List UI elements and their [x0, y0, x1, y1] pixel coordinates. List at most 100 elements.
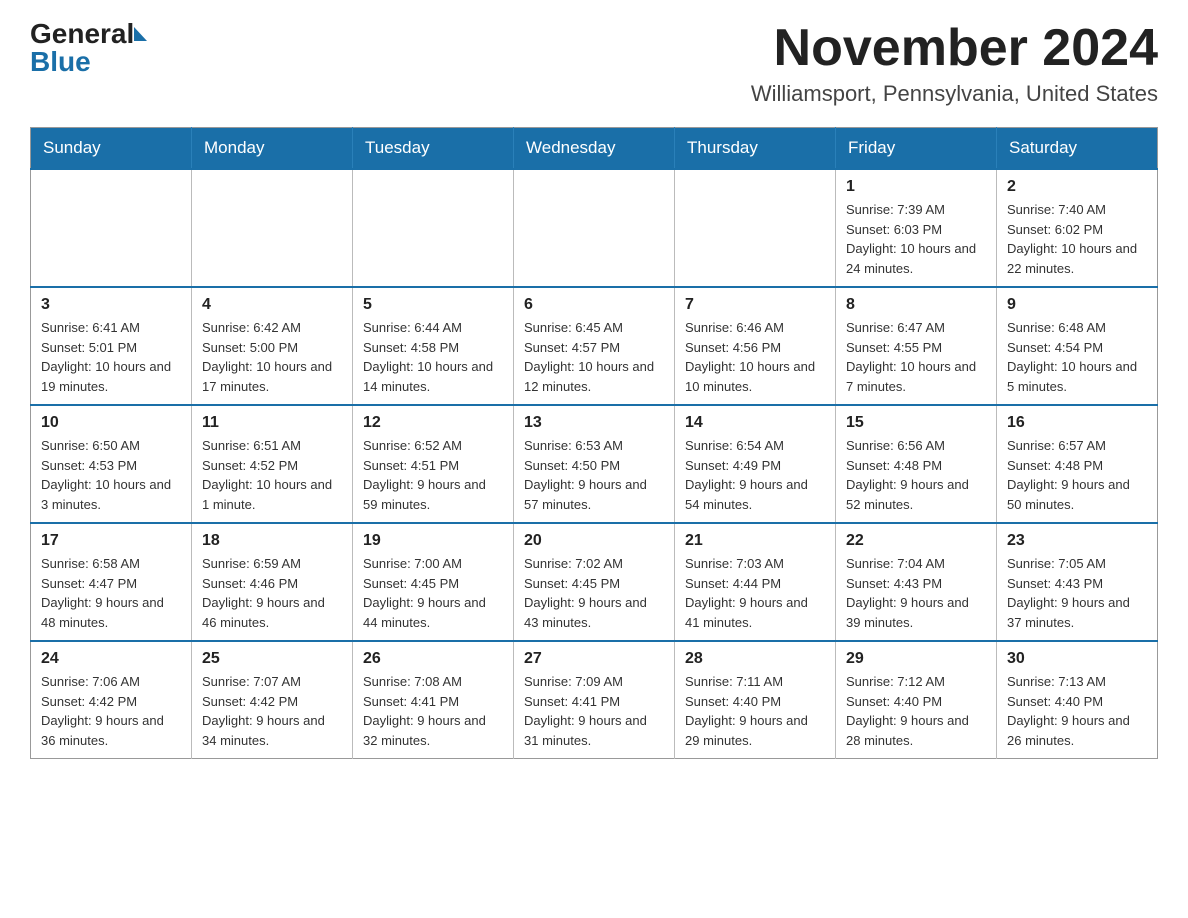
calendar-cell: 26 Sunrise: 7:08 AM Sunset: 4:41 PM Dayli… — [353, 641, 514, 759]
day-info: Sunrise: 6:54 AM Sunset: 4:49 PM Dayligh… — [685, 436, 825, 514]
header-cell-tuesday: Tuesday — [353, 128, 514, 170]
day-info: Sunrise: 7:09 AM Sunset: 4:41 PM Dayligh… — [524, 672, 664, 750]
logo-blue-text: Blue — [30, 48, 91, 76]
day-info: Sunrise: 7:08 AM Sunset: 4:41 PM Dayligh… — [363, 672, 503, 750]
day-number: 13 — [524, 414, 664, 432]
day-number: 24 — [41, 650, 181, 668]
header-cell-sunday: Sunday — [31, 128, 192, 170]
day-info: Sunrise: 6:41 AM Sunset: 5:01 PM Dayligh… — [41, 318, 181, 396]
day-info: Sunrise: 6:47 AM Sunset: 4:55 PM Dayligh… — [846, 318, 986, 396]
day-info: Sunrise: 7:07 AM Sunset: 4:42 PM Dayligh… — [202, 672, 342, 750]
header-area: General Blue November 2024 Williamsport,… — [30, 20, 1158, 107]
day-number: 7 — [685, 296, 825, 314]
day-info: Sunrise: 6:45 AM Sunset: 4:57 PM Dayligh… — [524, 318, 664, 396]
calendar-cell: 13Sunrise: 6:53 AM Sunset: 4:50 PM Dayli… — [514, 405, 675, 523]
calendar-subtitle: Williamsport, Pennsylvania, United State… — [751, 81, 1158, 107]
calendar-cell: 19 Sunrise: 7:00 AM Sunset: 4:45 PM Dayli… — [353, 523, 514, 641]
day-info: Sunrise: 7:04 AM Sunset: 4:43 PM Dayligh… — [846, 554, 986, 632]
day-number: 14 — [685, 414, 825, 432]
day-info: Sunrise: 6:44 AM Sunset: 4:58 PM Dayligh… — [363, 318, 503, 396]
calendar-cell: 4Sunrise: 6:42 AM Sunset: 5:00 PM Daylig… — [192, 287, 353, 405]
day-info: Sunrise: 7:13 AM Sunset: 4:40 PM Dayligh… — [1007, 672, 1147, 750]
day-number: 23 — [1007, 532, 1147, 550]
calendar-cell: 15 Sunrise: 6:56 AM Sunset: 4:48 PM Dayli… — [836, 405, 997, 523]
day-info: Sunrise: 7:02 AM Sunset: 4:45 PM Dayligh… — [524, 554, 664, 632]
day-number: 27 — [524, 650, 664, 668]
calendar-header-row: SundayMondayTuesdayWednesdayThursdayFrid… — [31, 128, 1158, 170]
day-info: Sunrise: 6:59 AM Sunset: 4:46 PM Dayligh… — [202, 554, 342, 632]
calendar-cell — [675, 169, 836, 287]
header-cell-friday: Friday — [836, 128, 997, 170]
day-number: 20 — [524, 532, 664, 550]
calendar-week-row: 3 Sunrise: 6:41 AM Sunset: 5:01 PM Daylig… — [31, 287, 1158, 405]
day-number: 29 — [846, 650, 986, 668]
calendar-week-row: 24 Sunrise: 7:06 AM Sunset: 4:42 PM Dayli… — [31, 641, 1158, 759]
day-number: 21 — [685, 532, 825, 550]
calendar-cell: 2Sunrise: 7:40 AM Sunset: 6:02 PM Daylig… — [997, 169, 1158, 287]
day-info: Sunrise: 6:50 AM Sunset: 4:53 PM Dayligh… — [41, 436, 181, 514]
day-number: 9 — [1007, 296, 1147, 314]
calendar-cell: 1Sunrise: 7:39 AM Sunset: 6:03 PM Daylig… — [836, 169, 997, 287]
calendar-cell: 21 Sunrise: 7:03 AM Sunset: 4:44 PM Dayli… — [675, 523, 836, 641]
calendar-cell: 14 Sunrise: 6:54 AM Sunset: 4:49 PM Dayli… — [675, 405, 836, 523]
day-number: 3 — [41, 296, 181, 314]
calendar-cell: 20 Sunrise: 7:02 AM Sunset: 4:45 PM Dayli… — [514, 523, 675, 641]
logo-triangle-icon — [134, 27, 147, 41]
calendar-cell: 5Sunrise: 6:44 AM Sunset: 4:58 PM Daylig… — [353, 287, 514, 405]
day-info: Sunrise: 6:58 AM Sunset: 4:47 PM Dayligh… — [41, 554, 181, 632]
calendar-cell: 9 Sunrise: 6:48 AM Sunset: 4:54 PM Daylig… — [997, 287, 1158, 405]
day-number: 16 — [1007, 414, 1147, 432]
day-number: 1 — [846, 178, 986, 196]
calendar-week-row: 17Sunrise: 6:58 AM Sunset: 4:47 PM Dayli… — [31, 523, 1158, 641]
calendar-cell: 24 Sunrise: 7:06 AM Sunset: 4:42 PM Dayli… — [31, 641, 192, 759]
calendar-cell: 25Sunrise: 7:07 AM Sunset: 4:42 PM Dayli… — [192, 641, 353, 759]
day-number: 6 — [524, 296, 664, 314]
title-area: November 2024 Williamsport, Pennsylvania… — [751, 20, 1158, 107]
day-info: Sunrise: 7:03 AM Sunset: 4:44 PM Dayligh… — [685, 554, 825, 632]
day-number: 12 — [363, 414, 503, 432]
day-number: 15 — [846, 414, 986, 432]
calendar-cell: 27 Sunrise: 7:09 AM Sunset: 4:41 PM Dayli… — [514, 641, 675, 759]
calendar-cell: 8 Sunrise: 6:47 AM Sunset: 4:55 PM Daylig… — [836, 287, 997, 405]
day-number: 11 — [202, 414, 342, 432]
day-info: Sunrise: 7:06 AM Sunset: 4:42 PM Dayligh… — [41, 672, 181, 750]
day-info: Sunrise: 7:11 AM Sunset: 4:40 PM Dayligh… — [685, 672, 825, 750]
logo-general-text: General — [30, 20, 134, 48]
calendar-cell — [353, 169, 514, 287]
day-info: Sunrise: 7:05 AM Sunset: 4:43 PM Dayligh… — [1007, 554, 1147, 632]
calendar-cell: 12 Sunrise: 6:52 AM Sunset: 4:51 PM Dayli… — [353, 405, 514, 523]
day-info: Sunrise: 6:56 AM Sunset: 4:48 PM Dayligh… — [846, 436, 986, 514]
day-number: 26 — [363, 650, 503, 668]
calendar-cell — [192, 169, 353, 287]
calendar-week-row: 10 Sunrise: 6:50 AM Sunset: 4:53 PM Dayli… — [31, 405, 1158, 523]
calendar-cell — [514, 169, 675, 287]
day-number: 30 — [1007, 650, 1147, 668]
day-number: 8 — [846, 296, 986, 314]
calendar-cell: 29 Sunrise: 7:12 AM Sunset: 4:40 PM Dayli… — [836, 641, 997, 759]
calendar-cell: 6 Sunrise: 6:45 AM Sunset: 4:57 PM Daylig… — [514, 287, 675, 405]
calendar-cell: 16Sunrise: 6:57 AM Sunset: 4:48 PM Dayli… — [997, 405, 1158, 523]
calendar-cell: 22Sunrise: 7:04 AM Sunset: 4:43 PM Dayli… — [836, 523, 997, 641]
day-info: Sunrise: 7:12 AM Sunset: 4:40 PM Dayligh… — [846, 672, 986, 750]
header-cell-monday: Monday — [192, 128, 353, 170]
day-info: Sunrise: 6:51 AM Sunset: 4:52 PM Dayligh… — [202, 436, 342, 514]
calendar-cell: 10 Sunrise: 6:50 AM Sunset: 4:53 PM Dayli… — [31, 405, 192, 523]
day-info: Sunrise: 6:48 AM Sunset: 4:54 PM Dayligh… — [1007, 318, 1147, 396]
day-info: Sunrise: 6:46 AM Sunset: 4:56 PM Dayligh… — [685, 318, 825, 396]
day-info: Sunrise: 7:40 AM Sunset: 6:02 PM Dayligh… — [1007, 200, 1147, 278]
day-info: Sunrise: 7:00 AM Sunset: 4:45 PM Dayligh… — [363, 554, 503, 632]
calendar-cell: 7 Sunrise: 6:46 AM Sunset: 4:56 PM Daylig… — [675, 287, 836, 405]
calendar-title: November 2024 — [751, 20, 1158, 77]
calendar-cell: 3 Sunrise: 6:41 AM Sunset: 5:01 PM Daylig… — [31, 287, 192, 405]
day-info: Sunrise: 6:52 AM Sunset: 4:51 PM Dayligh… — [363, 436, 503, 514]
header-cell-saturday: Saturday — [997, 128, 1158, 170]
day-number: 10 — [41, 414, 181, 432]
day-number: 18 — [202, 532, 342, 550]
day-number: 4 — [202, 296, 342, 314]
day-number: 19 — [363, 532, 503, 550]
calendar-cell: 30 Sunrise: 7:13 AM Sunset: 4:40 PM Dayli… — [997, 641, 1158, 759]
calendar-table: SundayMondayTuesdayWednesdayThursdayFrid… — [30, 127, 1158, 759]
calendar-cell: 28Sunrise: 7:11 AM Sunset: 4:40 PM Dayli… — [675, 641, 836, 759]
calendar-cell — [31, 169, 192, 287]
calendar-cell: 18 Sunrise: 6:59 AM Sunset: 4:46 PM Dayli… — [192, 523, 353, 641]
